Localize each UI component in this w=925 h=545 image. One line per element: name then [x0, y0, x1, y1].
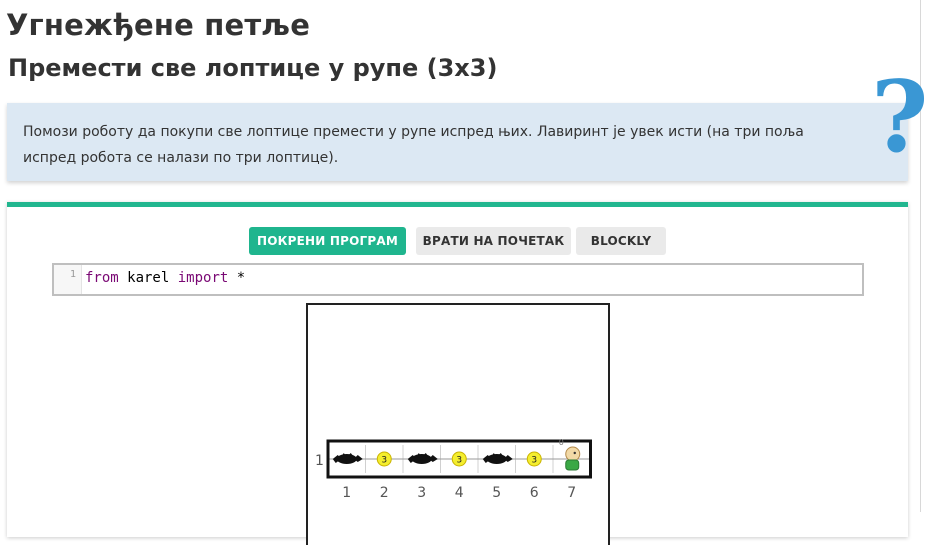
column-label: 6	[530, 485, 539, 501]
robot-body	[565, 459, 580, 471]
column-label: 4	[455, 485, 464, 501]
code-keyword-import: import	[177, 270, 229, 286]
robot-ball-count: 0	[559, 438, 564, 447]
line-number: 1	[69, 269, 76, 280]
hole-icon	[407, 453, 438, 464]
column-label: 3	[417, 485, 426, 501]
reset-button[interactable]: ВРАТИ НА ПОЧЕТАК	[416, 227, 571, 255]
hole-icon	[332, 453, 363, 464]
world-canvas: 1 1 2 3 4 5 6 7 3 3 3 0	[315, 438, 592, 501]
task-description-box: Помози роботу да покупи све лоптице прем…	[7, 103, 908, 181]
page-title: Угнежђене петље	[6, 8, 311, 42]
run-program-button[interactable]: ПОКРЕНИ ПРОГРАМ	[249, 227, 406, 255]
code-rest: *	[228, 270, 246, 286]
ball-icon: 3	[526, 451, 542, 467]
hole-icon	[482, 453, 513, 464]
ball-count: 3	[531, 456, 537, 466]
row-label: 1	[315, 453, 324, 469]
robot-icon: 0	[559, 438, 581, 471]
blockly-button[interactable]: BLOCKLY	[576, 227, 666, 255]
robot-head	[565, 446, 581, 462]
karel-world: 1 1 2 3 4 5 6 7 3 3 3 0	[306, 303, 610, 545]
ball-count: 3	[381, 456, 387, 466]
column-label: 1	[342, 485, 351, 501]
editor-gutter: 1	[54, 265, 82, 294]
robot-eye	[573, 451, 576, 455]
column-label: 7	[567, 485, 576, 501]
code-keyword-from: from	[85, 270, 119, 286]
column-label: 5	[492, 485, 501, 501]
code-line[interactable]: from karel import *	[85, 270, 245, 286]
ball-count: 3	[456, 456, 462, 466]
code-module: karel	[118, 270, 178, 286]
karel-panel: ПОКРЕНИ ПРОГРАМ ВРАТИ НА ПОЧЕТАК BLOCKLY…	[7, 202, 908, 545]
column-label: 2	[380, 485, 389, 501]
ball-icon: 3	[376, 451, 392, 467]
ball-icon: 3	[451, 451, 467, 467]
task-description: Помози роботу да покупи све лоптице прем…	[23, 124, 804, 166]
help-question-icon[interactable]: ?	[871, 68, 925, 168]
task-title: Премести све лоптице у рупе (3x3)	[8, 54, 498, 82]
code-editor[interactable]: 1 from karel import *	[52, 263, 864, 296]
